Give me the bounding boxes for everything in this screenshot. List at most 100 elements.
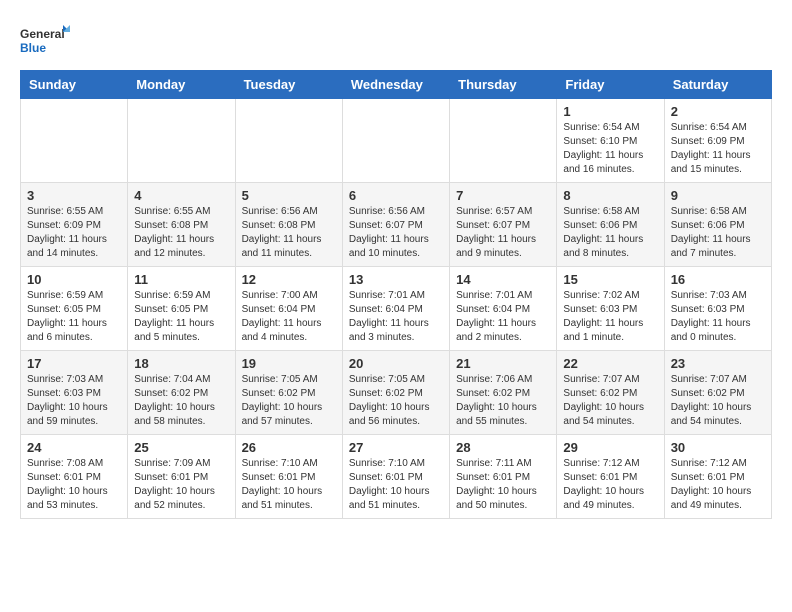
- day-number: 1: [563, 104, 657, 119]
- day-info: Sunrise: 6:58 AM Sunset: 6:06 PM Dayligh…: [671, 205, 765, 261]
- day-info: Sunrise: 7:12 AM Sunset: 6:01 PM Dayligh…: [563, 457, 657, 513]
- day-number: 5: [242, 188, 336, 203]
- calendar-cell: 29 Sunrise: 7:12 AM Sunset: 6:01 PM Dayli…: [557, 435, 664, 519]
- day-number: 23: [671, 356, 765, 371]
- calendar-cell: 7 Sunrise: 6:57 AM Sunset: 6:07 PM Daylig…: [450, 183, 557, 267]
- calendar-cell: 9 Sunrise: 6:58 AM Sunset: 6:06 PM Daylig…: [664, 183, 771, 267]
- calendar-cell: [235, 99, 342, 183]
- day-number: 16: [671, 272, 765, 287]
- day-info: Sunrise: 6:54 AM Sunset: 6:09 PM Dayligh…: [671, 121, 765, 177]
- day-number: 8: [563, 188, 657, 203]
- day-info: Sunrise: 6:55 AM Sunset: 6:08 PM Dayligh…: [134, 205, 228, 261]
- calendar-cell: 18 Sunrise: 7:04 AM Sunset: 6:02 PM Dayli…: [128, 351, 235, 435]
- calendar-cell: 16 Sunrise: 7:03 AM Sunset: 6:03 PM Dayli…: [664, 267, 771, 351]
- calendar-cell: 22 Sunrise: 7:07 AM Sunset: 6:02 PM Dayli…: [557, 351, 664, 435]
- day-info: Sunrise: 7:06 AM Sunset: 6:02 PM Dayligh…: [456, 373, 550, 429]
- day-number: 10: [27, 272, 121, 287]
- calendar-header-monday: Monday: [128, 71, 235, 99]
- day-number: 2: [671, 104, 765, 119]
- calendar-week-2: 3Sunrise: 6:55 AM Sunset: 6:09 PM Daylig…: [21, 183, 772, 267]
- day-number: 25: [134, 440, 228, 455]
- day-info: Sunrise: 7:07 AM Sunset: 6:02 PM Dayligh…: [563, 373, 657, 429]
- calendar-cell: 1 Sunrise: 6:54 AM Sunset: 6:10 PM Daylig…: [557, 99, 664, 183]
- calendar-cell: 20 Sunrise: 7:05 AM Sunset: 6:02 PM Dayli…: [342, 351, 449, 435]
- day-info: Sunrise: 7:03 AM Sunset: 6:03 PM Dayligh…: [671, 289, 765, 345]
- day-info: Sunrise: 6:54 AM Sunset: 6:10 PM Dayligh…: [563, 121, 657, 177]
- day-info: Sunrise: 6:56 AM Sunset: 6:08 PM Dayligh…: [242, 205, 336, 261]
- day-number: 24: [27, 440, 121, 455]
- day-info: Sunrise: 6:58 AM Sunset: 6:06 PM Dayligh…: [563, 205, 657, 261]
- calendar-cell: 27 Sunrise: 7:10 AM Sunset: 6:01 PM Dayli…: [342, 435, 449, 519]
- day-info: Sunrise: 7:07 AM Sunset: 6:02 PM Dayligh…: [671, 373, 765, 429]
- calendar-cell: 3Sunrise: 6:55 AM Sunset: 6:09 PM Daylig…: [21, 183, 128, 267]
- day-number: 20: [349, 356, 443, 371]
- calendar-header-thursday: Thursday: [450, 71, 557, 99]
- calendar-cell: 4 Sunrise: 6:55 AM Sunset: 6:08 PM Daylig…: [128, 183, 235, 267]
- day-number: 22: [563, 356, 657, 371]
- day-number: 7: [456, 188, 550, 203]
- calendar-cell: 6Sunrise: 6:56 AM Sunset: 6:07 PM Daylig…: [342, 183, 449, 267]
- svg-text:Blue: Blue: [20, 41, 46, 55]
- calendar-header-wednesday: Wednesday: [342, 71, 449, 99]
- day-info: Sunrise: 7:01 AM Sunset: 6:04 PM Dayligh…: [349, 289, 443, 345]
- day-info: Sunrise: 6:59 AM Sunset: 6:05 PM Dayligh…: [134, 289, 228, 345]
- day-number: 15: [563, 272, 657, 287]
- day-number: 30: [671, 440, 765, 455]
- day-info: Sunrise: 7:11 AM Sunset: 6:01 PM Dayligh…: [456, 457, 550, 513]
- day-info: Sunrise: 7:02 AM Sunset: 6:03 PM Dayligh…: [563, 289, 657, 345]
- day-info: Sunrise: 7:12 AM Sunset: 6:01 PM Dayligh…: [671, 457, 765, 513]
- calendar-header-tuesday: Tuesday: [235, 71, 342, 99]
- day-info: Sunrise: 7:05 AM Sunset: 6:02 PM Dayligh…: [349, 373, 443, 429]
- day-info: Sunrise: 6:56 AM Sunset: 6:07 PM Dayligh…: [349, 205, 443, 261]
- day-number: 29: [563, 440, 657, 455]
- calendar-cell: [128, 99, 235, 183]
- day-info: Sunrise: 7:00 AM Sunset: 6:04 PM Dayligh…: [242, 289, 336, 345]
- calendar-table: SundayMondayTuesdayWednesdayThursdayFrid…: [20, 70, 772, 519]
- logo-svg: General Blue: [20, 20, 70, 60]
- day-info: Sunrise: 7:04 AM Sunset: 6:02 PM Dayligh…: [134, 373, 228, 429]
- day-number: 11: [134, 272, 228, 287]
- day-number: 17: [27, 356, 121, 371]
- day-number: 26: [242, 440, 336, 455]
- svg-text:General: General: [20, 27, 65, 41]
- day-number: 18: [134, 356, 228, 371]
- page-header: General Blue: [20, 20, 772, 60]
- calendar-week-5: 24Sunrise: 7:08 AM Sunset: 6:01 PM Dayli…: [21, 435, 772, 519]
- calendar-header-sunday: Sunday: [21, 71, 128, 99]
- calendar-cell: 23 Sunrise: 7:07 AM Sunset: 6:02 PM Dayli…: [664, 351, 771, 435]
- calendar-cell: 12Sunrise: 7:00 AM Sunset: 6:04 PM Dayli…: [235, 267, 342, 351]
- calendar-cell: 21 Sunrise: 7:06 AM Sunset: 6:02 PM Dayli…: [450, 351, 557, 435]
- logo: General Blue: [20, 20, 70, 60]
- day-number: 28: [456, 440, 550, 455]
- calendar-cell: 17Sunrise: 7:03 AM Sunset: 6:03 PM Dayli…: [21, 351, 128, 435]
- day-number: 9: [671, 188, 765, 203]
- calendar-cell: 5 Sunrise: 6:56 AM Sunset: 6:08 PM Daylig…: [235, 183, 342, 267]
- day-number: 4: [134, 188, 228, 203]
- calendar-cell: 26Sunrise: 7:10 AM Sunset: 6:01 PM Dayli…: [235, 435, 342, 519]
- calendar-cell: [450, 99, 557, 183]
- calendar-cell: 19 Sunrise: 7:05 AM Sunset: 6:02 PM Dayli…: [235, 351, 342, 435]
- day-info: Sunrise: 7:10 AM Sunset: 6:01 PM Dayligh…: [349, 457, 443, 513]
- calendar-cell: [21, 99, 128, 183]
- calendar-cell: [342, 99, 449, 183]
- calendar-header-friday: Friday: [557, 71, 664, 99]
- day-number: 27: [349, 440, 443, 455]
- calendar-cell: 14 Sunrise: 7:01 AM Sunset: 6:04 PM Dayli…: [450, 267, 557, 351]
- day-number: 21: [456, 356, 550, 371]
- calendar-cell: 24Sunrise: 7:08 AM Sunset: 6:01 PM Dayli…: [21, 435, 128, 519]
- calendar-cell: 30 Sunrise: 7:12 AM Sunset: 6:01 PM Dayli…: [664, 435, 771, 519]
- calendar-week-1: 1 Sunrise: 6:54 AM Sunset: 6:10 PM Daylig…: [21, 99, 772, 183]
- day-info: Sunrise: 7:05 AM Sunset: 6:02 PM Dayligh…: [242, 373, 336, 429]
- calendar-header-saturday: Saturday: [664, 71, 771, 99]
- day-number: 13: [349, 272, 443, 287]
- calendar-cell: 13 Sunrise: 7:01 AM Sunset: 6:04 PM Dayli…: [342, 267, 449, 351]
- calendar-cell: 8 Sunrise: 6:58 AM Sunset: 6:06 PM Daylig…: [557, 183, 664, 267]
- day-number: 14: [456, 272, 550, 287]
- day-number: 19: [242, 356, 336, 371]
- day-info: Sunrise: 7:01 AM Sunset: 6:04 PM Dayligh…: [456, 289, 550, 345]
- calendar-cell: 25Sunrise: 7:09 AM Sunset: 6:01 PM Dayli…: [128, 435, 235, 519]
- calendar-cell: 15 Sunrise: 7:02 AM Sunset: 6:03 PM Dayli…: [557, 267, 664, 351]
- day-info: Sunrise: 6:57 AM Sunset: 6:07 PM Dayligh…: [456, 205, 550, 261]
- calendar-cell: 2 Sunrise: 6:54 AM Sunset: 6:09 PM Daylig…: [664, 99, 771, 183]
- calendar-cell: 10Sunrise: 6:59 AM Sunset: 6:05 PM Dayli…: [21, 267, 128, 351]
